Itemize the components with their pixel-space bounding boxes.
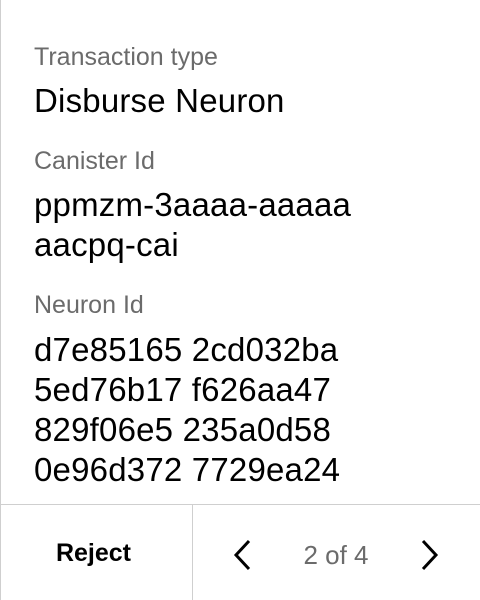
transaction-type-value: Disburse Neuron <box>34 81 285 121</box>
transaction-type-label: Transaction type <box>34 43 218 71</box>
value-line: 0e96d372 7729ea24 <box>34 451 341 488</box>
value-line: Disburse Neuron <box>34 82 285 119</box>
action-footer: Reject 2 of 4 <box>1 504 480 600</box>
value-line: ppmzm-3aaaa-aaaaa <box>34 186 352 223</box>
reject-button[interactable]: Reject <box>1 505 193 600</box>
chevron-right-icon[interactable] <box>417 538 441 572</box>
chevron-left-icon[interactable] <box>231 538 255 572</box>
value-line: d7e85165 2cd032ba <box>34 331 339 368</box>
neuron-id-value: d7e85165 2cd032ba 5ed76b17 f626aa47 829f… <box>34 330 340 490</box>
canister-id-label: Canister Id <box>34 147 155 175</box>
value-line: 5ed76b17 f626aa47 <box>34 371 332 408</box>
value-line: 829f06e5 235a0d58 <box>34 411 332 448</box>
canister-id-value: ppmzm-3aaaa-aaaaa aacpq-cai <box>34 185 351 265</box>
pagination: 2 of 4 <box>193 505 480 600</box>
neuron-id-label: Neuron Id <box>34 291 144 319</box>
transaction-review-screen: Transaction type Disburse Neuron Caniste… <box>0 0 480 600</box>
value-line: aacpq-cai <box>34 226 179 263</box>
page-indicator: 2 of 4 <box>303 540 369 570</box>
